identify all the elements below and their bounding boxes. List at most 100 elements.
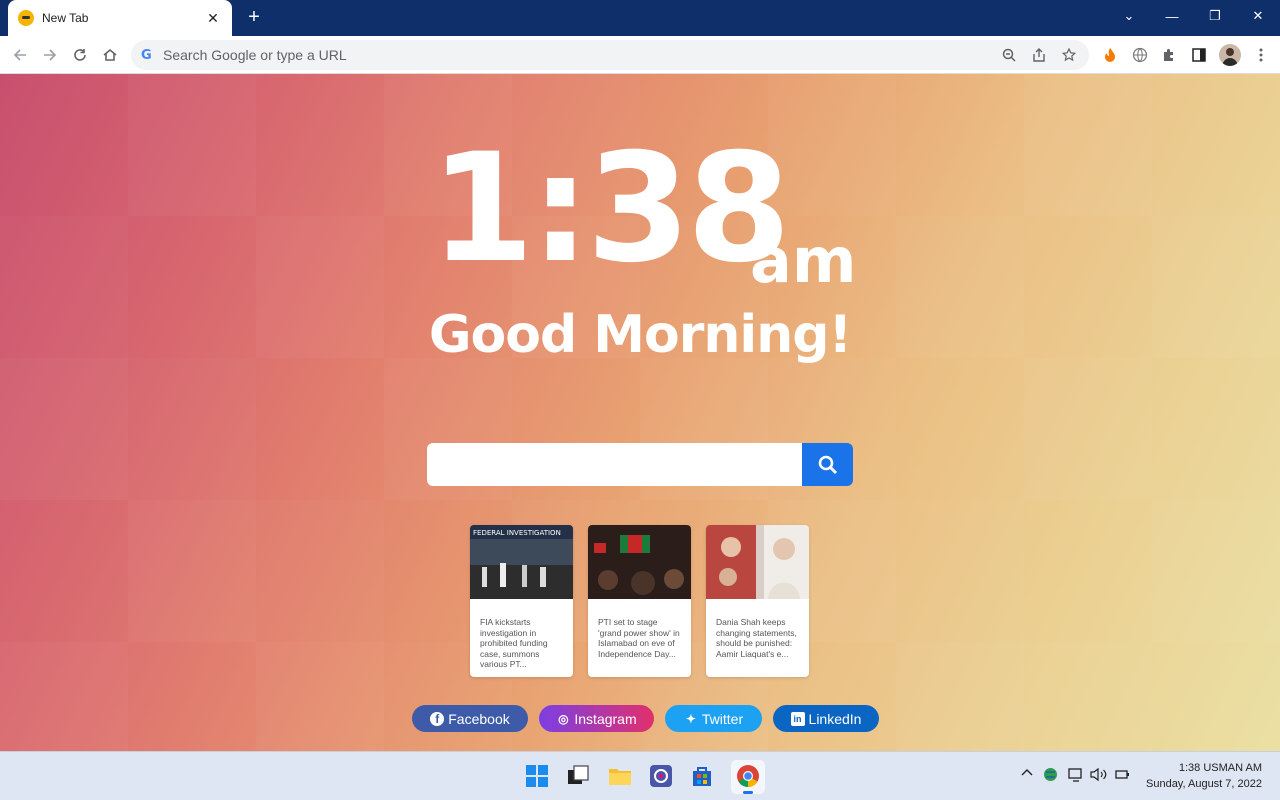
news-headline: PTI set to stage 'grand power show' in I… xyxy=(598,617,680,659)
twitter-button[interactable]: ✦ Twitter xyxy=(665,705,762,732)
facebook-button[interactable]: f Facebook xyxy=(412,705,528,732)
background-tile xyxy=(128,74,256,216)
chrome-taskbar-icon[interactable] xyxy=(731,760,765,794)
search-bar xyxy=(427,443,853,486)
news-card[interactable]: FEDERAL INVESTIGATION FIA kickstarts inv… xyxy=(470,525,573,677)
svg-text:FEDERAL INVESTIGATION: FEDERAL INVESTIGATION xyxy=(473,529,561,537)
background-tile xyxy=(1024,216,1152,358)
background-tile xyxy=(1024,74,1152,216)
news-card[interactable]: Dania Shah keeps changing statements, sh… xyxy=(706,525,809,677)
tray-chevron-icon[interactable] xyxy=(1021,767,1033,782)
twitter-label: Twitter xyxy=(701,710,744,727)
taskbar: 1:38 USMAN AM Sunday, August 7, 2022 xyxy=(0,751,1280,800)
forward-icon[interactable] xyxy=(38,43,62,67)
clock-time: 1:38 xyxy=(430,122,791,296)
background-tile xyxy=(1152,74,1280,216)
background-tile xyxy=(256,642,384,751)
clock: 1:38 am xyxy=(430,114,870,304)
restore-button[interactable]: ❐ xyxy=(1193,0,1237,32)
background-tile xyxy=(256,358,384,500)
bookmark-star-icon[interactable] xyxy=(1059,45,1079,65)
new-tab-button[interactable]: + xyxy=(243,6,265,28)
news-image xyxy=(588,525,691,599)
background-tile xyxy=(896,500,1024,642)
search-input[interactable] xyxy=(427,443,803,486)
background-tile xyxy=(128,216,256,358)
twitter-icon: ✦ xyxy=(685,711,696,726)
close-window-button[interactable]: ✕ xyxy=(1236,0,1280,32)
tray-monitor-icon[interactable] xyxy=(1068,767,1084,785)
tab-favicon-icon xyxy=(18,10,34,26)
background-tile xyxy=(0,642,128,751)
background-tile xyxy=(896,74,1024,216)
extensions-puzzle-icon[interactable] xyxy=(1158,44,1180,66)
facebook-icon: f xyxy=(430,711,445,726)
background-tile xyxy=(0,500,128,642)
news-card[interactable]: PTI set to stage 'grand power show' in I… xyxy=(588,525,691,677)
extension-globe-icon[interactable] xyxy=(1129,44,1151,66)
browser-toolbar: G Search Google or type a URL xyxy=(0,36,1280,74)
tab-title: New Tab xyxy=(42,11,89,25)
taskbar-time: 1:38 USMAN AM xyxy=(1178,762,1262,774)
extension-fire-icon[interactable] xyxy=(1099,44,1121,66)
side-panel-icon[interactable] xyxy=(1188,44,1210,66)
tab-search-icon[interactable]: ⌄ xyxy=(1107,0,1151,32)
linkedin-button[interactable]: in LinkedIn xyxy=(773,705,879,732)
reload-icon[interactable] xyxy=(68,43,92,67)
minimize-button[interactable]: — xyxy=(1150,0,1194,32)
background-tile xyxy=(896,642,1024,751)
omnibox-placeholder: Search Google or type a URL xyxy=(163,47,347,63)
menu-kebab-icon[interactable] xyxy=(1250,44,1272,66)
tray-battery-icon[interactable] xyxy=(1114,767,1130,785)
search-icon xyxy=(818,455,837,474)
instagram-button[interactable]: ◎ Instagram xyxy=(539,705,654,732)
tab-close-icon[interactable]: ✕ xyxy=(204,10,222,27)
search-button[interactable] xyxy=(802,443,853,486)
linkedin-label: LinkedIn xyxy=(808,710,862,727)
background-tile xyxy=(128,358,256,500)
background-tile xyxy=(1152,642,1280,751)
background-tile xyxy=(1152,216,1280,358)
background-tile xyxy=(256,74,384,216)
instagram-label: Instagram xyxy=(574,710,637,727)
taskbar-date: Sunday, August 7, 2022 xyxy=(1146,778,1262,790)
background-tile xyxy=(1152,358,1280,500)
clock-ampm: am xyxy=(750,224,857,297)
profile-avatar[interactable] xyxy=(1219,44,1241,66)
back-icon[interactable] xyxy=(8,43,32,67)
task-view-icon[interactable] xyxy=(566,764,590,788)
microsoft-store-icon[interactable] xyxy=(690,764,714,788)
zoom-icon[interactable] xyxy=(999,45,1019,65)
tray-volume-icon[interactable] xyxy=(1090,767,1108,785)
home-icon[interactable] xyxy=(98,43,122,67)
title-bar: New Tab ✕ + ⌄ — ❐ ✕ xyxy=(0,0,1280,36)
background-tile xyxy=(1024,500,1152,642)
omnibox[interactable]: G Search Google or type a URL xyxy=(131,40,1089,70)
new-tab-page: 1:38 am Good Morning! FEDERAL INVESTIGAT… xyxy=(0,74,1280,751)
background-tile xyxy=(1024,358,1152,500)
snip-app-icon[interactable] xyxy=(649,764,673,788)
linkedin-icon: in xyxy=(790,711,805,726)
background-tile xyxy=(1024,642,1152,751)
taskbar-clock[interactable]: 1:38 USMAN AM Sunday, August 7, 2022 xyxy=(1146,760,1262,792)
greeting: Good Morning! xyxy=(428,305,852,365)
facebook-label: Facebook xyxy=(448,710,510,727)
news-image: FEDERAL INVESTIGATION xyxy=(470,525,573,599)
background-tile xyxy=(0,358,128,500)
background-tile xyxy=(128,500,256,642)
news-headline: Dania Shah keeps changing statements, sh… xyxy=(716,617,797,659)
news-headline: FIA kickstarts investigation in prohibit… xyxy=(480,617,548,669)
windows-start-icon[interactable] xyxy=(525,764,549,788)
browser-tab[interactable]: New Tab ✕ xyxy=(8,0,232,36)
news-image xyxy=(706,525,809,599)
share-icon[interactable] xyxy=(1029,45,1049,65)
background-tile xyxy=(0,216,128,358)
file-explorer-icon[interactable] xyxy=(608,764,632,788)
background-tile xyxy=(0,74,128,216)
background-tile xyxy=(1152,500,1280,642)
background-tile xyxy=(256,500,384,642)
tray-network-globe-icon[interactable] xyxy=(1043,767,1058,785)
instagram-icon: ◎ xyxy=(558,711,569,726)
background-tile xyxy=(896,358,1024,500)
background-tile xyxy=(128,642,256,751)
